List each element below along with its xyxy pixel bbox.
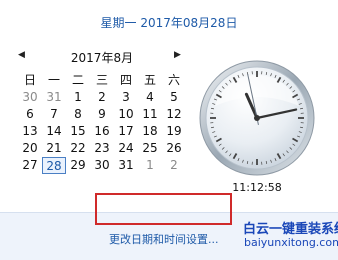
weekday-header: 四 — [114, 72, 138, 89]
calendar-day[interactable]: 15 — [66, 123, 90, 140]
calendar-day[interactable]: 22 — [66, 140, 90, 157]
month-navigation: ◀ 2017年8月 ▶ — [14, 48, 190, 68]
calendar-day[interactable]: 30 — [18, 89, 42, 106]
month-title[interactable]: 2017年8月 — [14, 49, 190, 66]
calendar-day[interactable]: 7 — [42, 106, 66, 123]
calendar-day[interactable]: 2 — [90, 89, 114, 106]
weekday-header: 三 — [90, 72, 114, 89]
date-time-flyout: 星期一 2017年08月28日 ◀ 2017年8月 ▶ 日一二三四五六30311… — [0, 0, 338, 259]
triangle-right-icon[interactable]: ▶ — [174, 50, 181, 60]
calendar-day[interactable]: 2 — [162, 157, 186, 174]
weekday-header: 五 — [138, 72, 162, 89]
date-long-link[interactable]: 星期一 2017年08月28日 — [0, 14, 338, 31]
weekday-header: 一 — [42, 72, 66, 89]
calendar-day[interactable]: 1 — [138, 157, 162, 174]
calendar-grid: 日一二三四五六303112345678910111213141516171819… — [18, 72, 190, 174]
calendar-day[interactable]: 5 — [162, 89, 186, 106]
calendar-day[interactable]: 4 — [138, 89, 162, 106]
change-date-time-settings-link[interactable]: 更改日期和时间设置... — [109, 231, 219, 247]
weekday-header: 二 — [66, 72, 90, 89]
calendar-day[interactable]: 23 — [90, 140, 114, 157]
calendar-day[interactable]: 13 — [18, 123, 42, 140]
calendar-day[interactable]: 11 — [138, 106, 162, 123]
watermark-url: baiyunxitong.com — [244, 236, 338, 249]
calendar-day[interactable]: 6 — [18, 106, 42, 123]
calendar-day[interactable]: 17 — [114, 123, 138, 140]
calendar-day[interactable]: 29 — [66, 157, 90, 174]
calendar-day[interactable]: 16 — [90, 123, 114, 140]
calendar-day[interactable]: 27 — [18, 157, 42, 174]
calendar-day[interactable]: 25 — [138, 140, 162, 157]
weekday-header: 日 — [18, 72, 42, 89]
analog-clock-icon — [197, 58, 317, 178]
calendar-day[interactable]: 31 — [42, 89, 66, 106]
calendar: ◀ 2017年8月 ▶ 日一二三四五六303112345678910111213… — [14, 48, 190, 174]
calendar-day[interactable]: 30 — [90, 157, 114, 174]
calendar-day[interactable]: 20 — [18, 140, 42, 157]
calendar-day[interactable]: 8 — [66, 106, 90, 123]
calendar-day[interactable]: 3 — [114, 89, 138, 106]
calendar-day[interactable]: 12 — [162, 106, 186, 123]
calendar-day[interactable]: 18 — [138, 123, 162, 140]
watermark-title: 白云一键重装系统 — [243, 218, 338, 237]
weekday-header: 六 — [162, 72, 186, 89]
highlight-rectangle — [95, 193, 232, 225]
calendar-day[interactable]: 31 — [114, 157, 138, 174]
calendar-day[interactable]: 9 — [90, 106, 114, 123]
calendar-day-today[interactable]: 28 — [42, 157, 66, 174]
calendar-day[interactable]: 1 — [66, 89, 90, 106]
calendar-day[interactable]: 14 — [42, 123, 66, 140]
calendar-day[interactable]: 19 — [162, 123, 186, 140]
calendar-day[interactable]: 21 — [42, 140, 66, 157]
calendar-day[interactable]: 10 — [114, 106, 138, 123]
calendar-day[interactable]: 24 — [114, 140, 138, 157]
calendar-day[interactable]: 26 — [162, 140, 186, 157]
